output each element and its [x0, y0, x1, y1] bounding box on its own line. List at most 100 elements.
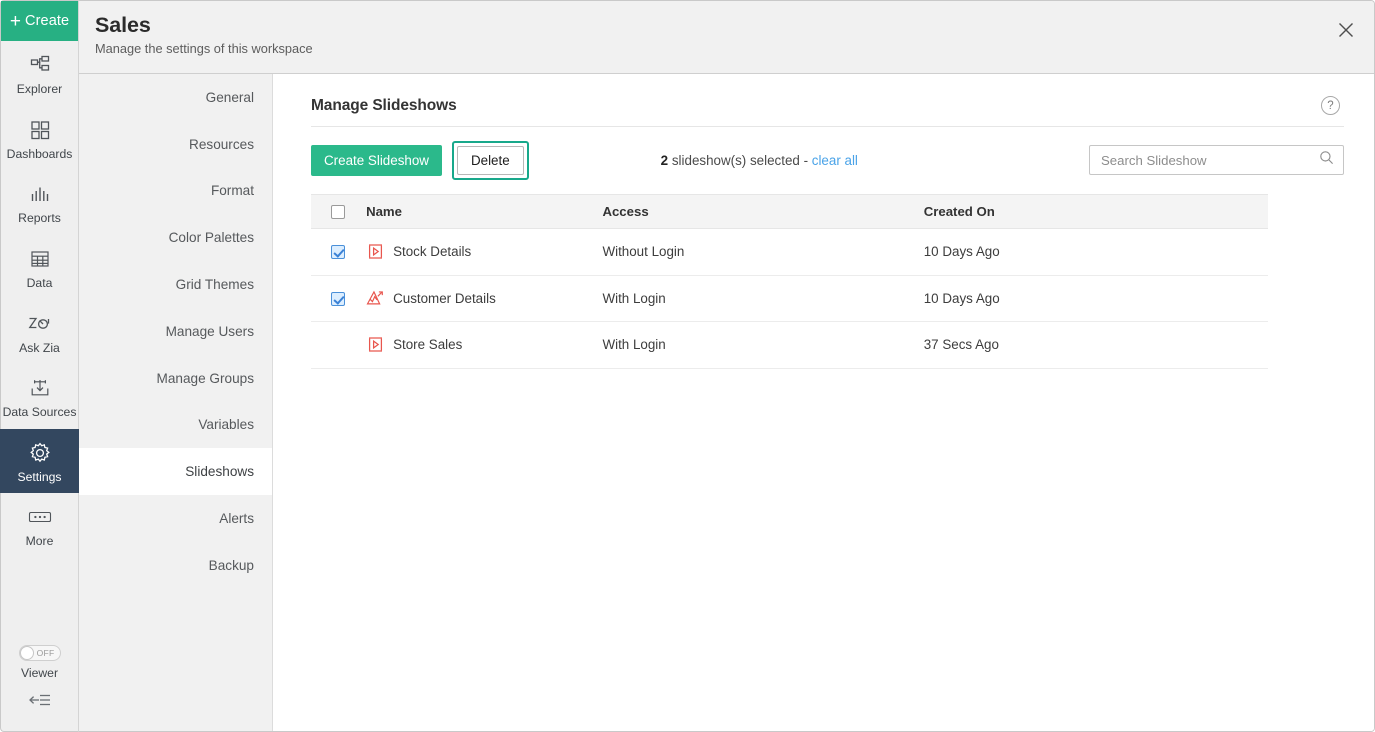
search-input[interactable]: [1101, 152, 1319, 168]
slideshow-play-icon: [366, 243, 384, 261]
sidebar-item-dashboards[interactable]: Dashboards: [0, 106, 79, 171]
settings-menu-item-manage-groups[interactable]: Manage Groups: [79, 355, 272, 402]
close-button[interactable]: [1332, 18, 1360, 46]
sidebar-item-label: Data: [26, 275, 53, 290]
left-nav-rail: + Create Explorer Dashboards Reports Dat…: [0, 0, 79, 732]
settings-modal: Sales Manage the settings of this worksp…: [79, 0, 1375, 732]
more-icon: [27, 504, 53, 530]
plus-icon: +: [9, 10, 22, 32]
settings-menu-label: Backup: [208, 557, 254, 573]
sidebar-item-label: More: [25, 534, 54, 549]
sidebar-item-data-sources[interactable]: Data Sources: [0, 364, 79, 429]
settings-menu-item-general[interactable]: General: [79, 74, 272, 121]
header-name[interactable]: Name: [366, 194, 603, 229]
page-title: Sales: [95, 13, 151, 37]
row-created-cell: 10 Days Ago: [923, 275, 1268, 322]
table-header-row: Name Access Created On: [311, 194, 1268, 229]
settings-menu-item-slideshows[interactable]: Slideshows: [79, 448, 272, 496]
settings-menu-item-resources[interactable]: Resources: [79, 121, 272, 168]
row-checkbox-cell: [311, 275, 367, 322]
row-access-cell: With Login: [602, 321, 924, 369]
gear-icon: [28, 440, 52, 466]
settings-menu-label: Slideshows: [185, 464, 254, 480]
data-icon: [29, 246, 51, 272]
viewer-label: Viewer: [20, 666, 59, 681]
close-icon: [1336, 20, 1356, 45]
slideshow-table: Name Access Created On Stock Details Wit…: [311, 194, 1268, 369]
sidebar-item-label: Data Sources: [2, 405, 77, 420]
settings-menu-label: Format: [210, 183, 254, 199]
row-checkbox-cell: [311, 321, 367, 369]
selection-count: 2: [660, 152, 669, 168]
search-icon[interactable]: [1319, 150, 1334, 170]
row-access-cell: Without Login: [602, 228, 924, 276]
search-slideshow-box[interactable]: [1089, 145, 1344, 175]
row-name-cell: Store Sales: [366, 321, 603, 369]
explorer-icon: [29, 52, 51, 78]
table-body: Stock Details Without Login 10 Days Ago: [311, 228, 1268, 369]
create-slideshow-button[interactable]: Create Slideshow: [311, 144, 442, 176]
sidebar-item-label: Explorer: [16, 82, 63, 96]
sidebar-item-more[interactable]: More: [0, 493, 79, 558]
sidebar-item-explorer[interactable]: Explorer: [0, 41, 79, 106]
settings-menu-item-manage-users[interactable]: Manage Users: [79, 308, 272, 355]
modal-header: Sales Manage the settings of this worksp…: [79, 1, 1374, 74]
settings-menu: General Resources Format Color Palettes …: [79, 74, 273, 731]
sidebar-item-label: Reports: [18, 211, 61, 226]
settings-menu-item-grid-themes[interactable]: Grid Themes: [79, 261, 272, 308]
settings-menu-item-color-palettes[interactable]: Color Palettes: [79, 214, 272, 261]
row-checkbox-cell: [311, 228, 367, 276]
content-title-row: Manage Slideshows ?: [311, 96, 1344, 127]
sidebar-item-label: Dashboards: [6, 146, 73, 161]
settings-menu-label: Manage Users: [165, 323, 254, 339]
select-all-checkbox[interactable]: [331, 205, 345, 220]
collapse-sidebar-button[interactable]: [0, 681, 79, 723]
sidebar-item-label: Settings: [17, 469, 62, 484]
settings-menu-item-alerts[interactable]: Alerts: [79, 495, 272, 542]
table-row[interactable]: Customer Details With Login 10 Days Ago: [311, 275, 1268, 322]
row-checkbox[interactable]: [331, 291, 345, 306]
help-glyph: ?: [1327, 99, 1334, 112]
header-access[interactable]: Access: [602, 194, 924, 229]
modal-body: General Resources Format Color Palettes …: [79, 74, 1374, 731]
row-access-cell: With Login: [602, 275, 924, 322]
row-created-cell: 37 Secs Ago: [923, 321, 1268, 369]
slideshow-play-icon: [366, 336, 384, 354]
chart-peak-icon: [366, 289, 384, 307]
delete-button[interactable]: Delete: [456, 145, 524, 175]
settings-menu-label: Color Palettes: [168, 230, 254, 246]
selection-status: 2 slideshow(s) selected - clear all: [661, 153, 858, 168]
row-name-cell: Stock Details: [366, 228, 603, 276]
settings-menu-label: Resources: [189, 136, 254, 152]
sidebar-item-ask-zia[interactable]: Ask Zia: [0, 300, 79, 365]
sidebar-item-reports[interactable]: Reports: [0, 170, 79, 235]
create-button[interactable]: + Create: [1, 1, 78, 41]
row-name-label: Store Sales: [393, 337, 463, 353]
clear-all-link[interactable]: clear all: [812, 153, 858, 168]
content-panel: Manage Slideshows ? Create Slideshow Del…: [273, 74, 1374, 731]
settings-menu-item-format[interactable]: Format: [79, 168, 272, 215]
row-name-label: Stock Details: [393, 244, 472, 260]
settings-menu-label: Manage Groups: [156, 370, 254, 386]
page-subtitle: Manage the settings of this workspace: [95, 41, 313, 56]
table-row[interactable]: Stock Details Without Login 10 Days Ago: [311, 228, 1268, 276]
header-created-on[interactable]: Created On: [923, 194, 1268, 229]
toggle-knob: [19, 646, 34, 661]
sidebar-item-label: Ask Zia: [19, 340, 60, 355]
header-select-all-cell: [311, 194, 367, 229]
table-row[interactable]: Store Sales With Login 37 Secs Ago: [311, 321, 1268, 369]
collapse-left-icon: [28, 691, 52, 714]
row-name-cell: Customer Details: [366, 275, 603, 322]
sidebar-item-settings[interactable]: Settings: [0, 428, 79, 494]
viewer-toggle[interactable]: OFF Viewer: [0, 645, 79, 681]
table-head: Name Access Created On: [311, 194, 1268, 229]
ask-zia-icon: [27, 311, 53, 337]
settings-menu-item-variables[interactable]: Variables: [79, 402, 272, 449]
settings-menu-item-backup[interactable]: Backup: [79, 542, 272, 589]
help-icon[interactable]: ?: [1321, 96, 1340, 115]
viewer-toggle-switch[interactable]: OFF: [18, 645, 61, 662]
settings-menu-label: Variables: [198, 417, 254, 433]
content-title: Manage Slideshows: [311, 96, 457, 114]
row-checkbox[interactable]: [331, 245, 345, 260]
sidebar-item-data[interactable]: Data: [0, 235, 79, 300]
